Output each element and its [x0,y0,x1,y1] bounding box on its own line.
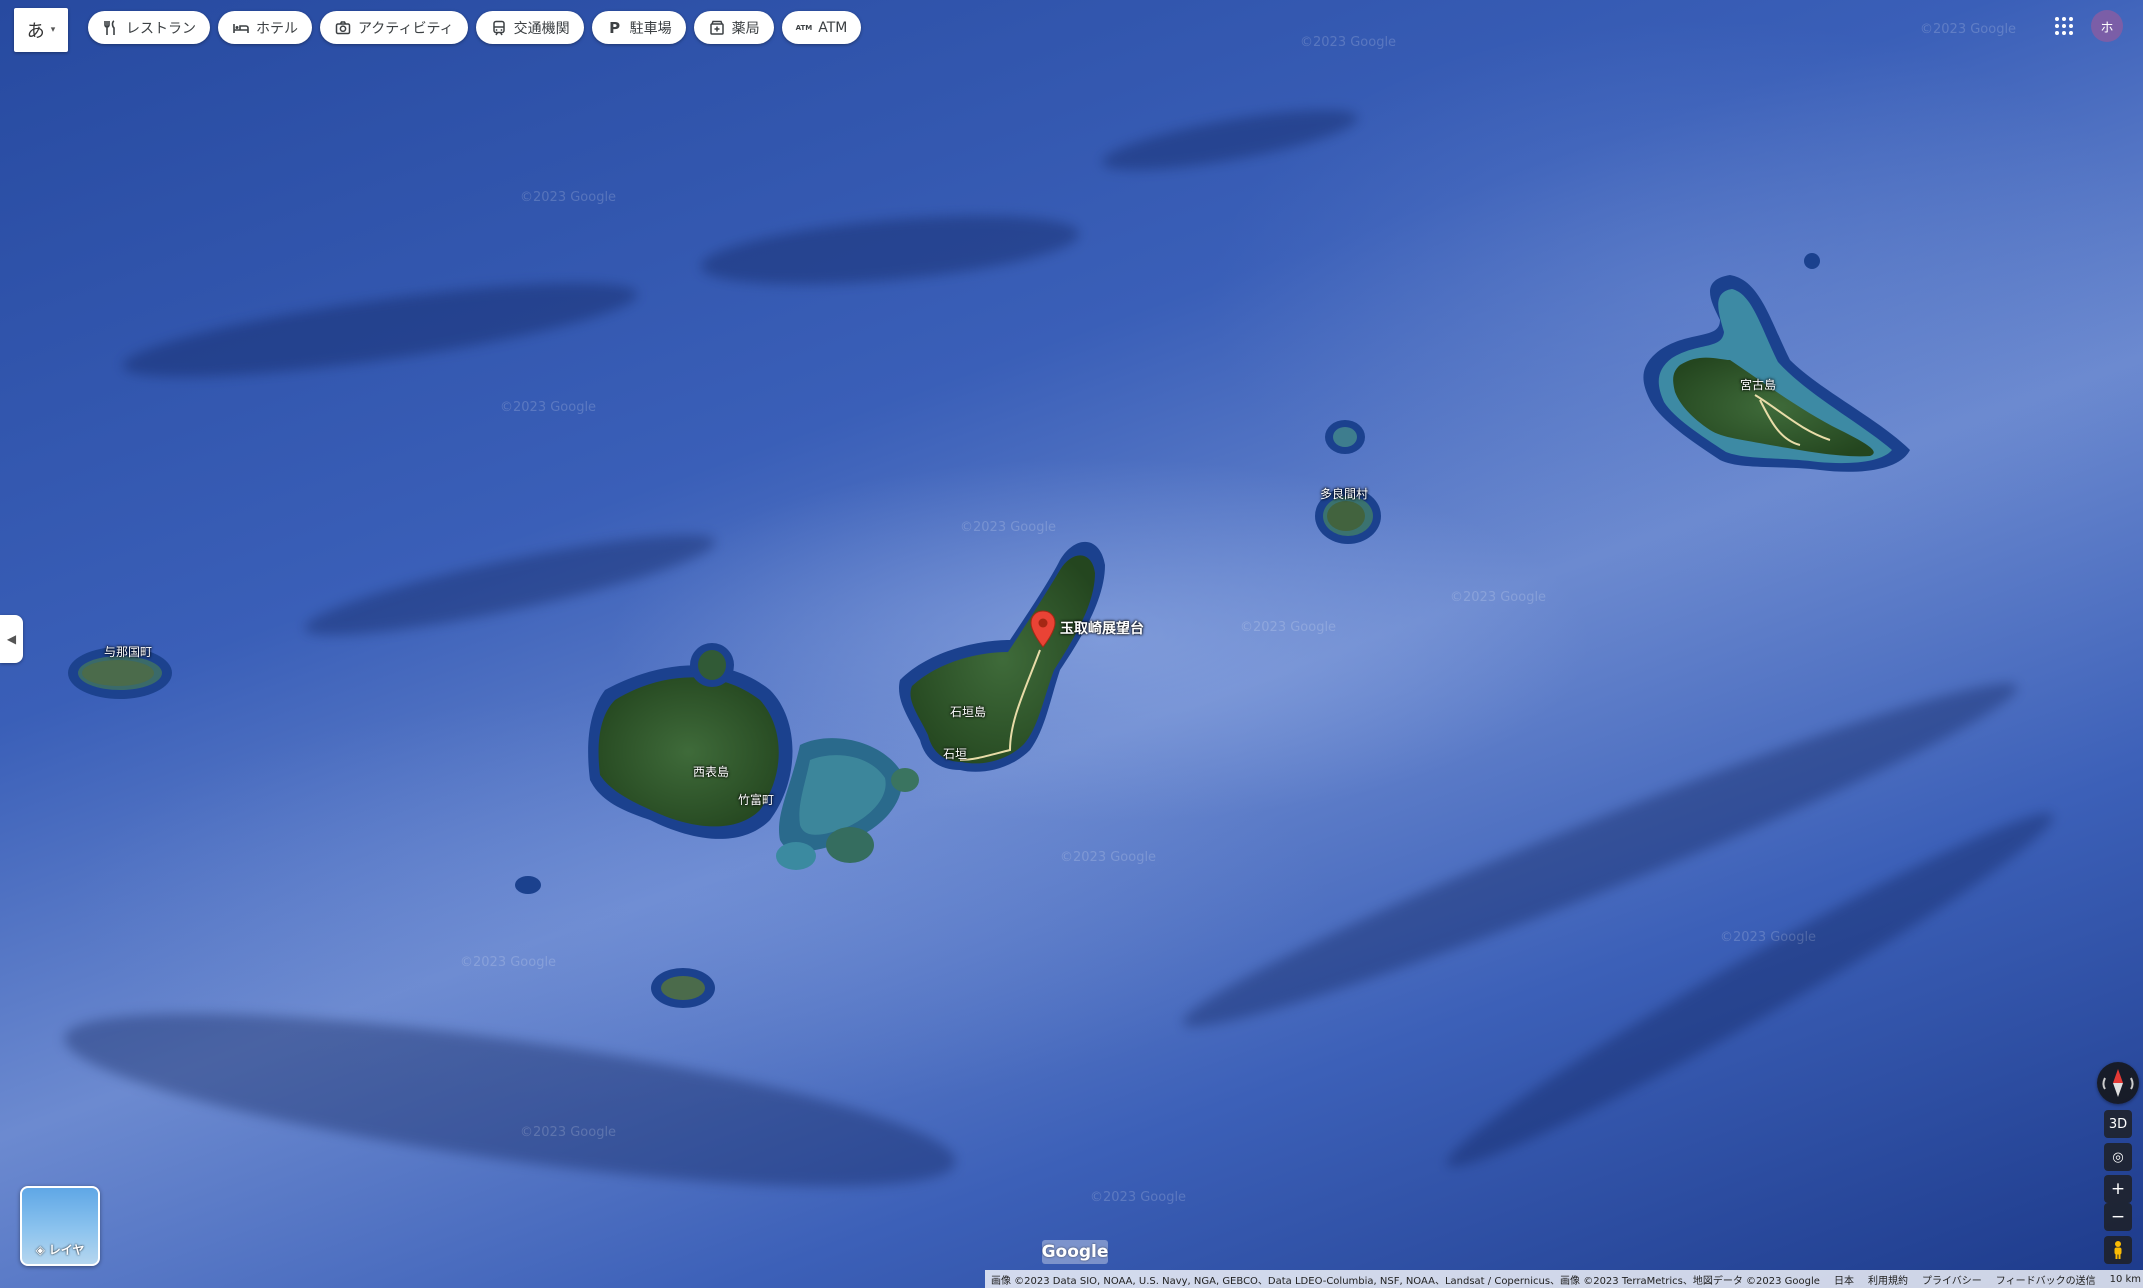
category-chips: レストラン ホテル アクティビティ 交通機関 P 駐車場 薬局 ATM ATM [88,11,862,44]
footer-terms-link[interactable]: 利用規約 [1868,1272,1908,1287]
layers-label-row: ◈ レイヤ [22,1241,98,1258]
google-logo: Google [1041,1240,1109,1264]
camera-icon [334,19,352,37]
chip-parking[interactable]: P 駐車場 [591,11,686,44]
place-label-taketomi[interactable]: 竹富町 [738,791,774,808]
chip-label: ATM [818,19,848,36]
chip-transit[interactable]: 交通機関 [475,11,584,44]
chevron-down-icon: ▾ [50,25,56,35]
atm-icon: ATM [795,23,813,32]
pharmacy-icon [708,19,726,37]
chip-atm[interactable]: ATM ATM [781,11,862,44]
map-pin-icon[interactable] [1030,610,1056,648]
chip-label: 薬局 [731,20,760,37]
marker-label[interactable]: 玉取崎展望台 [1060,618,1144,638]
chevron-left-icon: ◀ [6,632,17,646]
islands-layer [68,253,1910,1008]
place-label-ishigaki-city[interactable]: 石垣 [943,745,967,762]
collapse-side-panel-button[interactable]: ◀ [0,615,23,663]
my-location-button[interactable]: ◎ [2104,1143,2132,1171]
layers-icon: ◈ [35,1242,45,1257]
account-avatar[interactable]: ホ [2091,10,2123,42]
chip-label: レストラン [126,20,196,37]
footer-feedback-link[interactable]: フィードバックの送信 [1996,1272,2096,1287]
chip-hotels[interactable]: ホテル [218,11,312,44]
place-label-iriomote[interactable]: 西表島 [693,763,729,780]
layers-button[interactable]: ◈ レイヤ [20,1186,100,1266]
compass-needle-icon [2102,1069,2134,1097]
attribution-footer: 画像 ©2023 Data SIO, NOAA, U.S. Navy, NGA,… [985,1270,2143,1288]
chip-activities[interactable]: アクティビティ [320,11,468,44]
chip-label: 駐車場 [629,20,672,37]
pegman-icon [2114,1241,2122,1259]
place-label-tarama[interactable]: 多良間村 [1320,485,1368,502]
footer-country-link[interactable]: 日本 [1834,1272,1854,1287]
place-label-yonaguni[interactable]: 与那国町 [104,643,152,660]
ime-label: あ [26,21,45,42]
3d-toggle-button[interactable]: 3D [2104,1110,2132,1138]
chip-restaurants[interactable]: レストラン [88,11,210,44]
compass-control[interactable] [2097,1062,2139,1104]
parking-icon: P [609,18,621,37]
chip-label: アクティビティ [358,20,454,37]
satellite-map[interactable]: ©2023 Google ©2023 Google ©2023 Google ©… [0,0,2143,1288]
street-view-pegman-button[interactable] [2104,1236,2132,1264]
attribution-text: 画像 ©2023 Data SIO, NOAA, U.S. Navy, NGA,… [991,1275,1820,1287]
place-label-miyako[interactable]: 宮古島 [1740,376,1776,393]
zoom-in-button[interactable]: + [2104,1175,2132,1203]
input-method-button[interactable]: あ ▾ [14,8,68,52]
chip-pharmacy[interactable]: 薬局 [693,11,774,44]
footer-privacy-link[interactable]: プライバシー [1922,1272,1982,1287]
train-icon [490,19,508,37]
layers-label: レイヤ [48,1243,85,1257]
zoom-out-button[interactable]: − [2104,1203,2132,1231]
chip-label: ホテル [256,20,298,37]
scale-label[interactable]: 10 km [2110,1274,2141,1285]
location-target-icon: ◎ [2112,1149,2124,1165]
place-label-ishigaki-island[interactable]: 石垣島 [950,703,986,720]
fork-knife-icon [102,19,120,37]
apps-grid-icon[interactable] [2052,14,2076,38]
chip-label: 交通機関 [513,20,570,37]
bed-icon [232,19,250,37]
